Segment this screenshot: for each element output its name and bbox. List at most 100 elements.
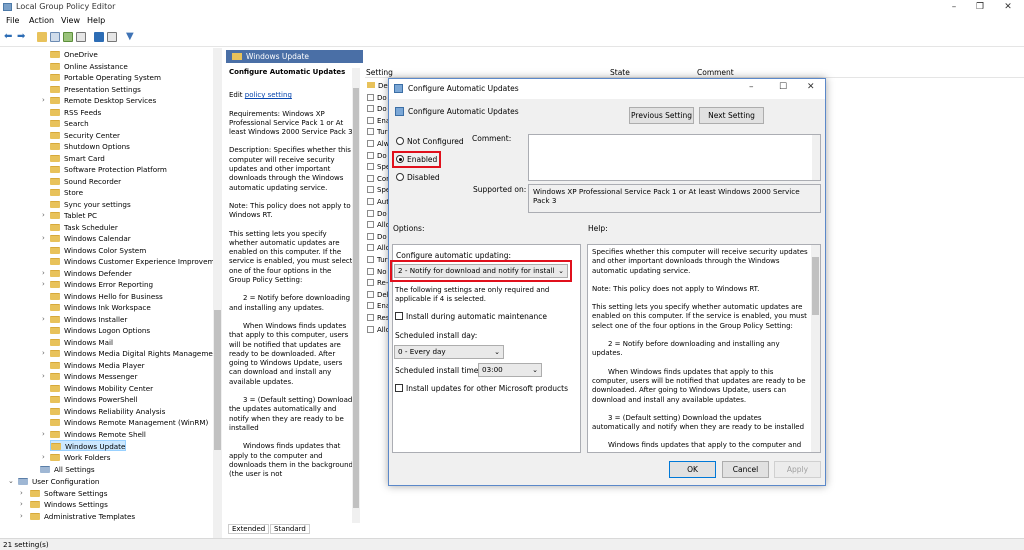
description-scrollbar[interactable] [352, 68, 360, 523]
chevron-right-icon[interactable]: › [42, 348, 45, 359]
tab-extended[interactable]: Extended [228, 524, 270, 534]
tree-item[interactable]: Windows Color System [50, 245, 146, 256]
tree-item[interactable]: Smart Card [50, 153, 105, 164]
chevron-down-icon[interactable]: ⌄ [8, 476, 14, 487]
chevron-right-icon[interactable]: › [42, 210, 45, 221]
tree-item[interactable]: All Settings [40, 464, 95, 475]
dialog-maximize-button[interactable]: ☐ [779, 82, 787, 92]
list-item[interactable]: Del [367, 290, 389, 302]
tree-item[interactable]: Task Scheduler [50, 222, 118, 233]
forward-icon[interactable]: ➡ [17, 32, 27, 42]
tree-item[interactable]: Windows Logon Options [50, 325, 150, 336]
tree-item[interactable]: OneDrive [50, 49, 98, 60]
list-item[interactable]: Re- [367, 279, 388, 290]
tree-item[interactable]: Windows Mobility Center [50, 383, 153, 394]
list-item[interactable]: Do [367, 232, 387, 244]
tree-item[interactable]: Windows Update [50, 440, 127, 451]
chevron-right-icon[interactable]: › [20, 511, 23, 522]
tree-item[interactable]: Portable Operating System [50, 72, 161, 83]
tree-item[interactable]: › Windows Remote Shell [42, 429, 146, 440]
list-item[interactable]: Do [367, 93, 387, 105]
tree-item[interactable]: › Windows Media Digital Rights Managemen [42, 348, 217, 359]
up-folder-icon[interactable] [37, 32, 47, 42]
tree-item[interactable]: › Work Folders [42, 452, 110, 463]
tree-item[interactable]: ⌄ User Configuration [8, 476, 99, 487]
chevron-right-icon[interactable]: › [42, 233, 45, 244]
tree-item[interactable]: Windows Customer Experience Improveme [50, 256, 219, 267]
apply-button[interactable]: Apply [774, 461, 821, 478]
menu-help[interactable]: Help [87, 16, 105, 25]
tree-item[interactable]: › Windows Error Reporting [42, 279, 153, 290]
install-maintenance-checkbox[interactable]: Install during automatic maintenance [395, 312, 547, 321]
list-item[interactable]: Cor [367, 174, 389, 186]
tree-item[interactable]: › Windows Messenger [42, 371, 137, 382]
tree-item[interactable]: › Administrative Templates [20, 511, 135, 522]
supported-scrollbar[interactable] [812, 185, 820, 212]
list-item[interactable]: Alw [367, 140, 389, 151]
list-item[interactable]: Spe [367, 163, 390, 174]
export-list-icon[interactable] [63, 32, 73, 42]
sched-time-dropdown[interactable]: 03:00 ⌄ [478, 363, 542, 377]
chevron-right-icon[interactable]: › [42, 371, 45, 382]
chevron-right-icon[interactable]: › [20, 499, 23, 510]
ok-button[interactable]: OK [669, 461, 716, 478]
tree-item[interactable]: › Windows Settings [20, 499, 108, 510]
list-item[interactable]: Aut [367, 198, 389, 209]
close-button[interactable]: ✕ [994, 0, 1022, 14]
tree-item[interactable]: Windows PowerShell [50, 394, 138, 405]
list-item[interactable]: Tur [367, 256, 388, 267]
tree-item[interactable]: Security Center [50, 130, 120, 141]
tree-item[interactable]: › Windows Defender [42, 268, 132, 279]
radio-not-configured[interactable]: Not Configured [396, 137, 464, 146]
radio-circle[interactable] [396, 137, 404, 145]
tree-item[interactable]: Windows Ink Workspace [50, 302, 151, 313]
help-scroll-thumb[interactable] [812, 257, 819, 315]
tree-item[interactable]: Online Assistance [50, 61, 128, 72]
list-item[interactable]: Res [367, 314, 390, 325]
list-item[interactable]: Ena [367, 116, 390, 128]
next-setting-button[interactable]: Next Setting [699, 107, 764, 124]
menu-file[interactable]: File [6, 16, 19, 25]
tree-item[interactable]: Windows Remote Management (WinRM) [50, 417, 208, 428]
tree-item[interactable]: › Tablet PC [42, 210, 97, 221]
col-comment[interactable]: Comment [697, 68, 734, 77]
tree-item[interactable]: Windows Reliability Analysis [50, 406, 165, 417]
tree-item[interactable]: Windows Media Player [50, 360, 145, 371]
chevron-right-icon[interactable]: › [20, 488, 23, 499]
list-item[interactable]: Spe [367, 186, 390, 197]
sched-day-dropdown[interactable]: 0 - Every day ⌄ [394, 345, 504, 359]
menu-action[interactable]: Action [29, 16, 54, 25]
tree-item[interactable]: Store [50, 187, 83, 198]
properties-icon[interactable] [76, 32, 86, 42]
tree-item[interactable]: Sound Recorder [50, 176, 121, 187]
previous-setting-button[interactable]: Previous Setting [629, 107, 694, 124]
radio-disabled[interactable]: Disabled [396, 173, 440, 182]
col-setting[interactable]: Setting [366, 68, 393, 77]
tree-item[interactable]: › Software Settings [20, 488, 107, 499]
tab-standard[interactable]: Standard [270, 524, 310, 534]
tree-item[interactable]: RSS Feeds [50, 107, 101, 118]
dialog-close-button[interactable]: ✕ [807, 82, 815, 92]
back-icon[interactable]: ⬅ [4, 32, 14, 42]
list-item[interactable]: Do [367, 209, 387, 221]
filter-icon[interactable]: ▼ [126, 32, 136, 42]
help-icon[interactable] [94, 32, 104, 42]
list-item[interactable]: Tur [367, 128, 388, 139]
radio-circle[interactable] [396, 173, 404, 181]
comment-field[interactable] [528, 134, 821, 181]
tree-item[interactable]: › Remote Desktop Services [42, 95, 156, 106]
chevron-right-icon[interactable]: › [42, 429, 45, 440]
tree-item[interactable]: Shutdown Options [50, 141, 130, 152]
help-book-icon[interactable] [107, 32, 117, 42]
tree-scrollbar[interactable] [213, 48, 222, 538]
edit-policy-link[interactable]: policy setting [245, 91, 292, 99]
tree-scroll-thumb[interactable] [214, 310, 221, 450]
maximize-button[interactable]: ❐ [966, 0, 994, 14]
chevron-right-icon[interactable]: › [42, 95, 45, 106]
cancel-button[interactable]: Cancel [722, 461, 769, 478]
tree-item[interactable]: › Windows Calendar [42, 233, 131, 244]
tree-item[interactable]: Search [50, 118, 89, 129]
chevron-right-icon[interactable]: › [42, 268, 45, 279]
checkbox[interactable] [395, 312, 403, 320]
install-other-checkbox[interactable]: Install updates for other Microsoft prod… [395, 384, 568, 393]
